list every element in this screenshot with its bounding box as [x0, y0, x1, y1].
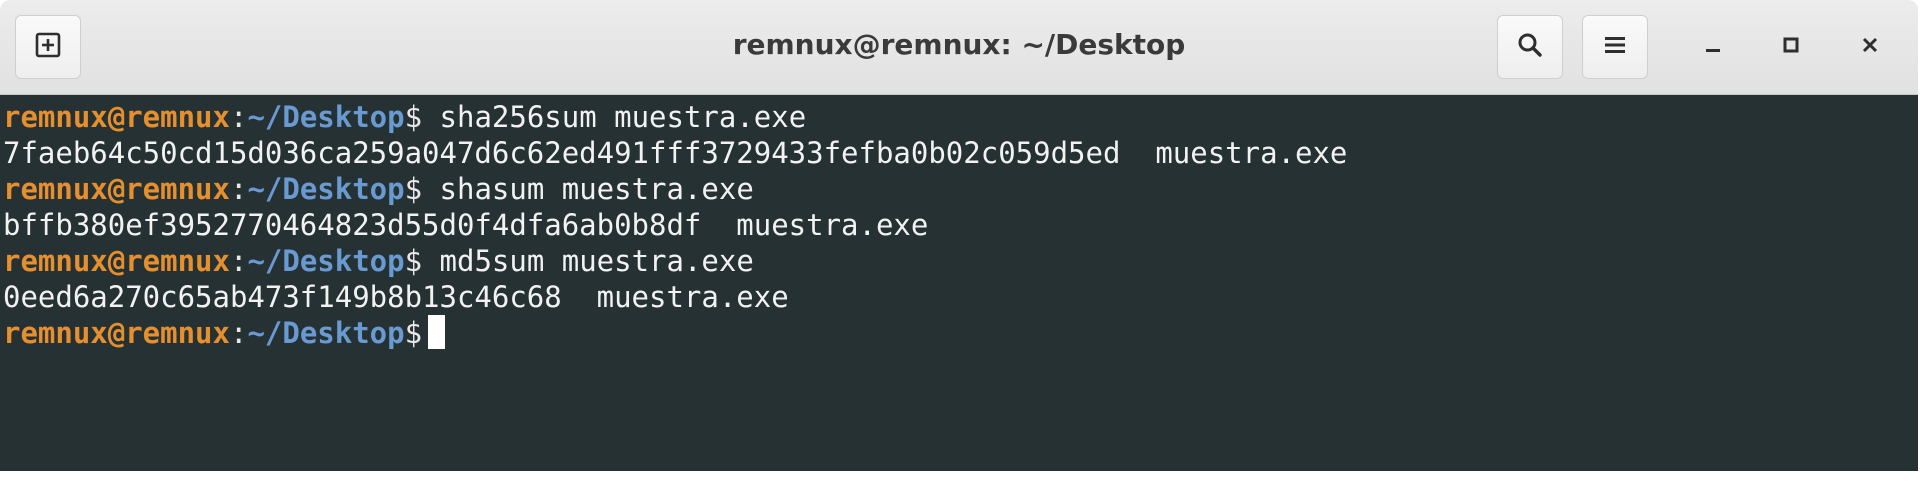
maximize-button[interactable] — [1766, 22, 1816, 72]
terminal-lines: remnux@remnux:~/Desktop$ sha256sum muest… — [3, 99, 1347, 351]
prompt-user: remnux@remnux — [3, 100, 230, 134]
prompt-symbol: $ — [404, 172, 423, 206]
minimize-button[interactable] — [1688, 22, 1738, 72]
prompt-colon: : — [229, 244, 248, 278]
new-tab-icon — [34, 31, 62, 63]
prompt-user: remnux@remnux — [3, 244, 230, 278]
terminal-cursor — [428, 315, 446, 349]
prompt-colon: : — [229, 172, 248, 206]
search-icon — [1516, 31, 1544, 63]
prompt-symbol: $ — [404, 316, 423, 350]
prompt-symbol: $ — [404, 244, 423, 278]
prompt-symbol: $ — [404, 100, 423, 134]
prompt-line: remnux@remnux:~/Desktop$ shasum muestra.… — [3, 171, 1347, 207]
output-line: bffb380ef3952770464823d55d0f4dfa6ab0b8df… — [3, 208, 929, 242]
prompt-colon: : — [229, 316, 248, 350]
minimize-icon — [1703, 35, 1723, 59]
prompt-path: ~/Desktop — [247, 172, 405, 206]
new-tab-button[interactable] — [15, 15, 81, 79]
prompt-line: remnux@remnux:~/Desktop$ md5sum muestra.… — [3, 243, 1347, 279]
prompt-line: remnux@remnux:~/Desktop$ — [3, 315, 1347, 351]
prompt-user: remnux@remnux — [3, 316, 230, 350]
prompt-path: ~/Desktop — [247, 244, 405, 278]
prompt-colon: : — [229, 100, 248, 134]
output-line: 0eed6a270c65ab473f149b8b13c46c68 muestra… — [3, 280, 789, 314]
output-line: 7faeb64c50cd15d036ca259a047d6c62ed491fff… — [3, 136, 1348, 170]
command-text: sha256sum muestra.exe — [422, 100, 807, 134]
search-button[interactable] — [1497, 15, 1563, 79]
close-button[interactable] — [1845, 22, 1895, 72]
command-text: md5sum muestra.exe — [422, 244, 754, 278]
close-icon — [1860, 35, 1880, 59]
prompt-line: remnux@remnux:~/Desktop$ sha256sum muest… — [3, 99, 1347, 135]
terminal-output-area[interactable]: remnux@remnux:~/Desktop$ sha256sum muest… — [0, 95, 1892, 471]
hamburger-menu-icon — [1602, 32, 1628, 62]
prompt-path: ~/Desktop — [247, 100, 405, 134]
maximize-icon — [1781, 35, 1801, 59]
prompt-path: ~/Desktop — [247, 316, 405, 350]
terminal-scrollbar[interactable] — [1892, 95, 1918, 471]
terminal-window: remnux@remnux: ~/Desktop remnux@remnux:~… — [0, 0, 1920, 484]
menu-button[interactable] — [1582, 15, 1648, 79]
header-bar: remnux@remnux: ~/Desktop — [0, 0, 1918, 95]
command-text: shasum muestra.exe — [422, 172, 754, 206]
prompt-user: remnux@remnux — [3, 172, 230, 206]
